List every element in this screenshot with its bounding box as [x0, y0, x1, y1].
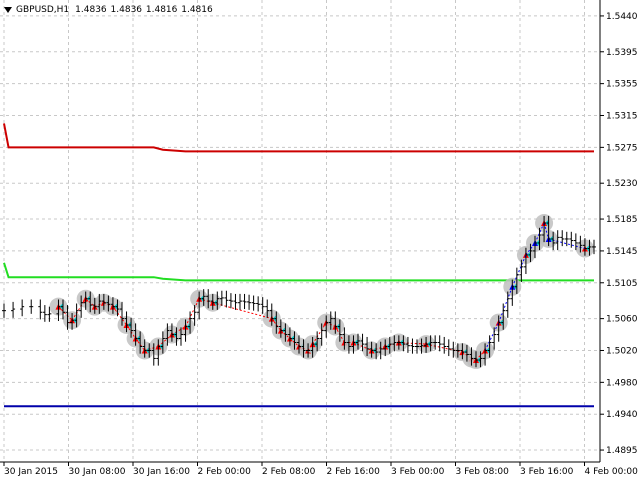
price-tick-label: 1.4895	[606, 446, 638, 456]
time-tick-label: 30 Jan 2015	[4, 467, 58, 477]
time-tick-label: 30 Jan 08:00	[69, 467, 126, 477]
time-tick-label: 2 Feb 16:00	[327, 467, 381, 477]
chart-plot[interactable]: 1.5440 1.5395 1.5355 1.5315 1.5275 1.5230 1.51…	[0, 0, 640, 480]
chart-window[interactable]: 1.5440 1.5395 1.5355 1.5315 1.5275 1.5230 1.51…	[0, 0, 640, 480]
time-tick-label: 3 Feb 16:00	[520, 467, 574, 477]
time-tick-label: 4 Feb 00:00	[585, 467, 639, 477]
symbol-label: GBPUSD,H1	[16, 5, 70, 15]
price-tick-label: 1.5020	[606, 346, 638, 356]
price-tick-label: 1.5105	[606, 279, 638, 289]
price-tick-label: 1.4980	[606, 378, 638, 388]
price-tick-label: 1.5315	[606, 112, 638, 122]
price-tick-label: 1.4940	[606, 410, 638, 420]
time-tick-label: 30 Jan 16:00	[133, 467, 190, 477]
time-tick-label: 2 Feb 08:00	[262, 467, 316, 477]
time-tick-label: 3 Feb 00:00	[391, 467, 445, 477]
time-tick-label: 3 Feb 08:00	[456, 467, 510, 477]
price-tick-label: 1.5355	[606, 80, 638, 90]
time-tick-label: 2 Feb 00:00	[198, 467, 252, 477]
price-tick-label: 1.5185	[606, 215, 638, 225]
price-tick-label: 1.5060	[606, 315, 638, 325]
price-tick-label: 1.5275	[606, 143, 638, 153]
price-tick-label: 1.5395	[606, 48, 638, 58]
price-tick-label: 1.5230	[606, 179, 638, 189]
dropdown-triangle-icon[interactable]	[4, 7, 12, 13]
chart-header: GBPUSD,H1 1.4836 1.4836 1.4816 1.4816	[4, 3, 213, 17]
price-tick-label: 1.5440	[606, 12, 638, 22]
ohlc-values: 1.4836 1.4836 1.4816 1.4816	[75, 5, 213, 15]
price-tick-label: 1.5145	[606, 247, 638, 257]
